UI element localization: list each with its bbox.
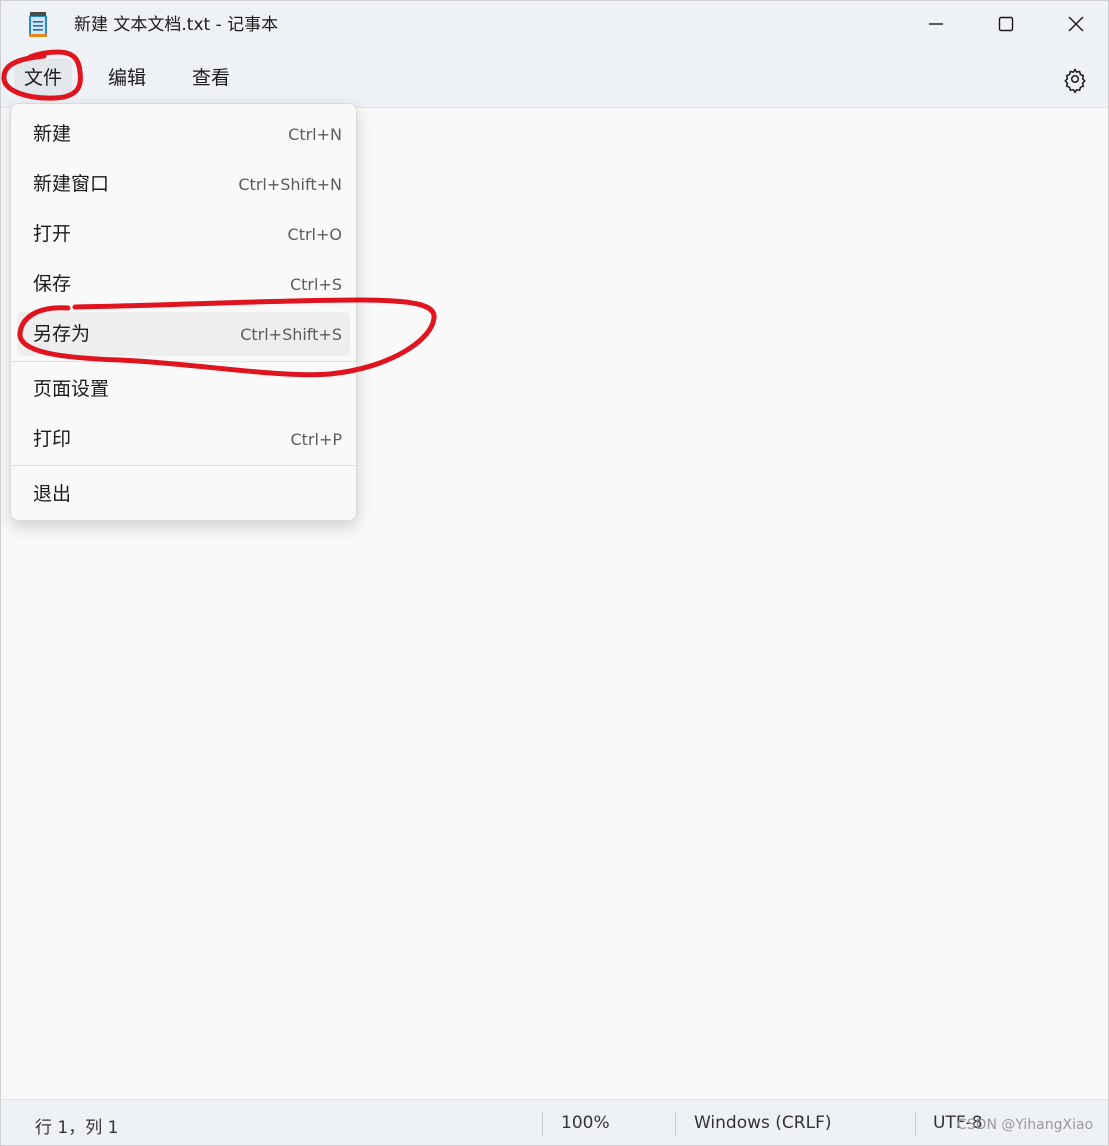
menu-separator <box>11 465 356 466</box>
menu-item-label: 新建 <box>33 123 72 145</box>
cursor-position: 行 1，列 1 <box>35 1118 119 1138</box>
menu-item-label: 打印 <box>33 428 72 450</box>
status-divider <box>915 1112 916 1136</box>
minimize-icon <box>929 23 943 25</box>
menu-item-label: 保存 <box>33 273 72 295</box>
status-bar: 行 1，列 1 100% Windows (CRLF) UTF-8 <box>1 1099 1108 1145</box>
menu-item-save[interactable]: 保存 Ctrl+S <box>17 262 350 306</box>
menu-item-shortcut: Ctrl+Shift+S <box>240 325 342 344</box>
maximize-icon <box>998 16 1014 32</box>
gear-icon <box>1064 68 1086 94</box>
menu-item-shortcut: Ctrl+Shift+N <box>238 175 342 194</box>
line-ending[interactable]: Windows (CRLF) <box>694 1113 832 1133</box>
menu-item-open[interactable]: 打开 Ctrl+O <box>17 212 350 256</box>
menu-view[interactable]: 查看 <box>182 59 240 97</box>
menu-item-print[interactable]: 打印 Ctrl+P <box>17 417 350 461</box>
menu-item-label: 页面设置 <box>33 378 110 400</box>
menu-separator <box>11 361 356 362</box>
settings-button[interactable] <box>1059 65 1091 97</box>
title-bar: 新建 文本文档.txt - 记事本 <box>1 1 1108 49</box>
menu-item-label: 另存为 <box>33 323 91 345</box>
menu-file[interactable]: 文件 <box>14 59 73 97</box>
menu-item-save-as[interactable]: 另存为 Ctrl+Shift+S <box>17 312 350 356</box>
menu-item-shortcut: Ctrl+S <box>289 275 342 294</box>
file-menu-dropdown: 新建 Ctrl+N 新建窗口 Ctrl+Shift+N 打开 Ctrl+O 保存… <box>10 103 357 521</box>
maximize-button[interactable] <box>971 1 1041 47</box>
zoom-level[interactable]: 100% <box>561 1113 610 1133</box>
watermark: CSDN @YihangXiao <box>957 1117 1094 1133</box>
menu-item-shortcut: Ctrl+N <box>288 125 342 144</box>
menu-item-label: 新建窗口 <box>33 173 110 195</box>
minimize-button[interactable] <box>901 1 971 47</box>
menu-item-shortcut: Ctrl+P <box>290 430 342 449</box>
menu-item-new-window[interactable]: 新建窗口 Ctrl+Shift+N <box>17 162 350 206</box>
menu-item-shortcut: Ctrl+O <box>287 225 342 244</box>
menu-item-new[interactable]: 新建 Ctrl+N <box>17 112 350 156</box>
menu-item-label: 退出 <box>33 483 72 505</box>
close-button[interactable] <box>1041 1 1108 47</box>
window-title: 新建 文本文档.txt - 记事本 <box>74 15 279 35</box>
menu-item-label: 打开 <box>33 223 72 245</box>
status-divider <box>542 1112 543 1136</box>
menu-edit[interactable]: 编辑 <box>98 59 156 97</box>
status-divider <box>675 1112 676 1136</box>
close-icon <box>1068 16 1084 32</box>
menu-item-exit[interactable]: 退出 <box>17 472 350 516</box>
notepad-icon <box>28 12 48 38</box>
menu-bar: 文件 编辑 查看 <box>1 49 1108 108</box>
menu-item-page-setup[interactable]: 页面设置 <box>17 367 350 411</box>
